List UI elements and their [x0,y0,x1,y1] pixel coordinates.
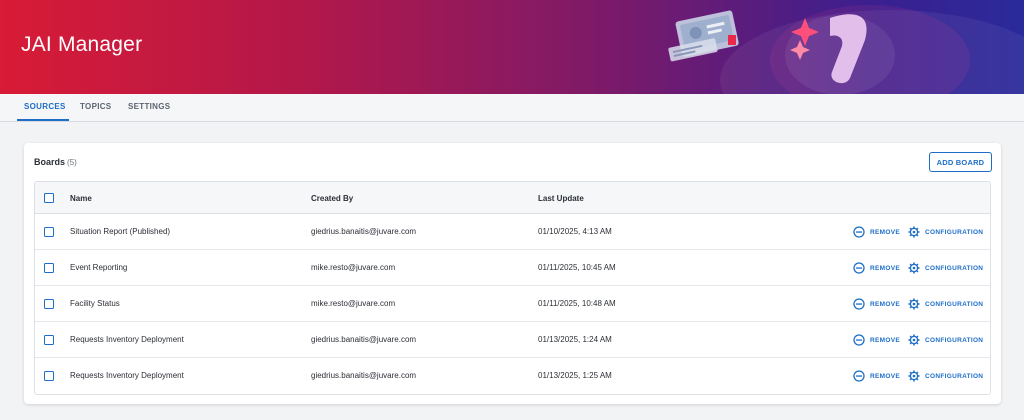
remove-label: REMOVE [870,372,900,380]
gear-icon [908,262,920,274]
gear-icon [908,370,920,382]
table-row: Event Reporting mike.resto@juvare.com 01… [35,250,990,286]
configuration-label: CONFIGURATION [925,336,984,344]
tab-topics[interactable]: TOPICS [80,102,111,111]
active-tab-indicator [17,119,69,121]
minus-circle-icon [853,334,865,346]
board-name: Requests Inventory Deployment [70,371,184,380]
table-row: Situation Report (Published) giedrius.ba… [35,214,990,250]
remove-label: REMOVE [870,336,900,344]
remove-button[interactable]: REMOVE [853,369,900,383]
remove-button[interactable]: REMOVE [853,333,900,347]
configuration-button[interactable]: CONFIGURATION [908,297,983,311]
column-header-last-update[interactable]: Last Update [538,194,584,203]
remove-label: REMOVE [870,300,900,308]
app-title: JAI Manager [21,33,143,56]
boards-card: Boards (5) ADD BOARD Name Created By Las… [24,143,1001,404]
configuration-label: CONFIGURATION [925,300,984,308]
row-checkbox[interactable] [44,299,54,309]
column-header-created-by[interactable]: Created By [311,194,353,203]
configuration-label: CONFIGURATION [925,372,984,380]
configuration-label: CONFIGURATION [925,228,984,236]
gear-icon [908,334,920,346]
boards-table: Name Created By Last Update Situation Re… [34,181,991,395]
board-last-update: 01/10/2025, 4:13 AM [538,227,612,236]
board-created-by: giedrius.banaitis@juvare.com [311,227,417,236]
remove-button[interactable]: REMOVE [853,261,900,275]
board-last-update: 01/13/2025, 1:24 AM [538,335,612,344]
configuration-button[interactable]: CONFIGURATION [908,225,983,239]
minus-circle-icon [853,298,865,310]
board-created-by: mike.resto@juvare.com [311,263,396,272]
boards-count: (5) [67,158,77,167]
header-illustration [668,5,1024,94]
board-name: Situation Report (Published) [70,227,171,236]
configuration-button[interactable]: CONFIGURATION [908,333,983,347]
table-row: Requests Inventory Deployment giedrius.b… [35,322,990,358]
board-name: Event Reporting [70,263,128,272]
row-checkbox[interactable] [44,227,54,237]
gear-icon [908,298,920,310]
remove-label: REMOVE [870,228,900,236]
remove-button[interactable]: REMOVE [853,225,900,239]
remove-label: REMOVE [870,264,900,272]
tab-bar: SOURCES TOPICS SETTINGS [0,94,1024,122]
board-name: Facility Status [70,299,120,308]
board-created-by: mike.resto@juvare.com [311,299,396,308]
row-checkbox[interactable] [44,371,54,381]
row-checkbox[interactable] [44,263,54,273]
board-created-by: giedrius.banaitis@juvare.com [311,371,417,380]
board-last-update: 01/13/2025, 1:25 AM [538,371,612,380]
app-header: JAI Manager [0,0,1024,94]
table-header: Name Created By Last Update [35,182,990,214]
row-checkbox[interactable] [44,335,54,345]
table-row: Requests Inventory Deployment giedrius.b… [35,358,990,394]
add-board-button[interactable]: ADD BOARD [929,152,992,172]
board-created-by: giedrius.banaitis@juvare.com [311,335,417,344]
gear-icon [908,226,920,238]
configuration-label: CONFIGURATION [925,264,984,272]
tab-settings[interactable]: SETTINGS [128,102,170,111]
minus-circle-icon [853,226,865,238]
board-last-update: 01/11/2025, 10:48 AM [538,299,616,308]
boards-title: Boards [34,157,66,167]
tab-sources[interactable]: SOURCES [24,102,66,111]
minus-circle-icon [853,262,865,274]
remove-button[interactable]: REMOVE [853,297,900,311]
column-header-name[interactable]: Name [70,194,92,203]
table-row: Facility Status mike.resto@juvare.com 01… [35,286,990,322]
minus-circle-icon [853,370,865,382]
configuration-button[interactable]: CONFIGURATION [908,369,983,383]
board-last-update: 01/11/2025, 10:45 AM [538,263,616,272]
configuration-button[interactable]: CONFIGURATION [908,261,983,275]
select-all-checkbox[interactable] [44,193,54,203]
board-name: Requests Inventory Deployment [70,335,184,344]
